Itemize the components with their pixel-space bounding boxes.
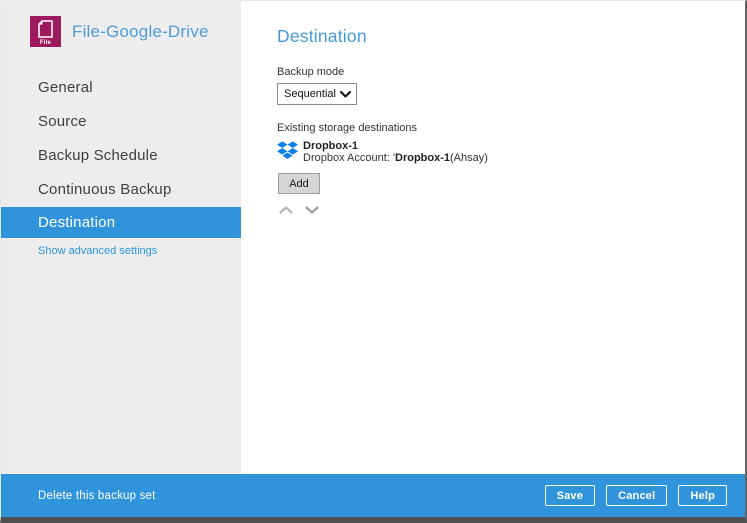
backup-set-title: File-Google-Drive <box>72 22 209 42</box>
cancel-button[interactable]: Cancel <box>606 485 667 506</box>
destination-item-dropbox[interactable]: Dropbox-1 Dropbox Account: 'Dropbox-1(Ah… <box>277 139 745 165</box>
backup-mode-select[interactable]: Sequential <box>277 83 357 105</box>
sidebar-item-backup-schedule[interactable]: Backup Schedule <box>1 139 241 173</box>
footer-buttons: Save Cancel Help <box>545 485 727 506</box>
sidebar-nav: General Source Backup Schedule Continuou… <box>1 71 241 257</box>
help-button[interactable]: Help <box>678 485 727 506</box>
content-row: File File-Google-Drive General Source Ba… <box>1 1 745 474</box>
destination-item-text: Dropbox-1 Dropbox Account: 'Dropbox-1(Ah… <box>303 139 488 165</box>
document-icon <box>37 20 54 39</box>
backup-set-header: File File-Google-Drive <box>1 1 241 47</box>
dropbox-icon <box>277 140 298 161</box>
logo-file-label: File <box>30 40 61 46</box>
show-advanced-settings-link[interactable]: Show advanced settings <box>1 245 241 257</box>
sidebar: File File-Google-Drive General Source Ba… <box>1 1 241 474</box>
destination-account-suffix: (Ahsay) <box>450 152 488 164</box>
move-down-icon[interactable] <box>305 206 319 214</box>
reorder-controls <box>279 206 745 214</box>
sidebar-item-general[interactable]: General <box>1 71 241 105</box>
move-up-icon[interactable] <box>279 206 293 214</box>
destination-name: Dropbox-1 <box>303 140 488 152</box>
backup-mode-label: Backup mode <box>277 66 745 78</box>
file-backup-set-icon: File <box>30 16 61 47</box>
app-window: File File-Google-Drive General Source Ba… <box>0 0 747 523</box>
sidebar-item-source[interactable]: Source <box>1 105 241 139</box>
main-panel: Destination Backup mode Sequential Exist… <box>241 1 745 474</box>
destination-account-name: Dropbox-1 <box>395 152 450 164</box>
sidebar-item-continuous-backup[interactable]: Continuous Backup <box>1 173 241 207</box>
delete-backup-set-link[interactable]: Delete this backup set <box>38 490 156 502</box>
backup-mode-select-wrap: Sequential <box>277 83 357 105</box>
page-title: Destination <box>277 26 745 47</box>
sidebar-item-destination[interactable]: Destination <box>1 207 241 238</box>
add-destination-button[interactable]: Add <box>278 173 320 194</box>
footer-bar: Delete this backup set Save Cancel Help <box>1 474 745 517</box>
existing-storage-destinations-label: Existing storage destinations <box>277 122 745 134</box>
destination-account: Dropbox Account: 'Dropbox-1(Ahsay) <box>303 152 488 165</box>
save-button[interactable]: Save <box>545 485 596 506</box>
destination-account-prefix: Dropbox Account: ' <box>303 152 395 164</box>
